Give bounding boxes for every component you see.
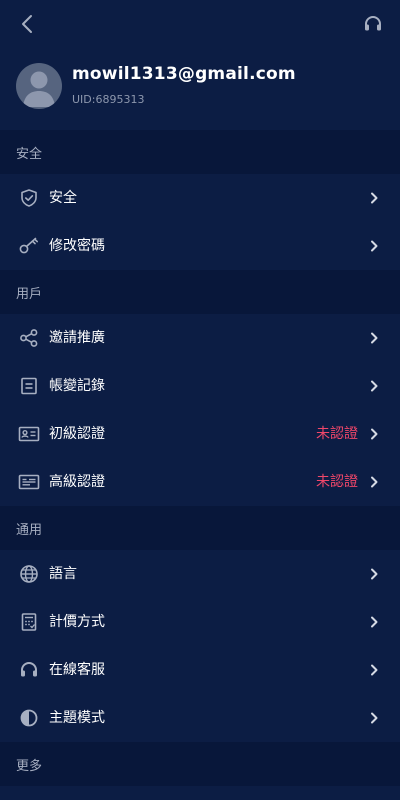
menu-item-label: 邀請推廣 [49,330,105,346]
avatar[interactable] [16,63,62,109]
user-silhouette-icon [23,71,55,107]
chevron-right-icon [368,380,380,392]
id-card-advanced-icon [18,471,40,493]
chevron-right-icon [368,476,380,488]
chevron-right-icon [368,428,380,440]
headset-icon [365,16,381,31]
menu-item-label: 修改密碼 [49,238,105,254]
headset-icon [18,659,40,681]
back-button[interactable] [14,11,40,37]
menu-item-security[interactable]: 安全 [0,174,400,222]
section-header-more: 更多 [0,742,400,786]
section-header-security: 安全 [0,130,400,174]
menu-item-basic-verification[interactable]: 初級認證 未認證 [0,410,400,458]
menu-item-label: 高級認證 [49,474,105,490]
id-card-icon [18,423,40,445]
menu-item-pricing-method[interactable]: 計價方式 [0,598,400,646]
calculator-icon [18,611,40,633]
menu-item-online-support[interactable]: 在線客服 [0,646,400,694]
verification-status: 未認證 [316,474,358,490]
menu-item-label: 在線客服 [49,662,105,678]
chevron-left-icon [22,15,32,33]
chevron-right-icon [368,712,380,724]
menu-item-ledger[interactable]: 帳變記錄 [0,362,400,410]
settings-page: mowil1313@gmail.com UID:6895313 安全 安全 修改… [0,0,400,800]
section-header-general: 通用 [0,506,400,550]
menu-item-label: 語言 [49,566,77,582]
key-icon [18,235,40,257]
menu-item-invite[interactable]: 邀請推廣 [0,314,400,362]
user-email: mowil1313@gmail.com [72,64,296,84]
shield-check-icon [18,187,40,209]
menu-item-label: 安全 [49,190,77,206]
menu-item-label: 計價方式 [49,614,105,630]
chevron-right-icon [368,568,380,580]
menu-item-advanced-verification[interactable]: 高級認證 未認證 [0,458,400,506]
menu-item-change-password[interactable]: 修改密碼 [0,222,400,270]
profile-header: mowil1313@gmail.com UID:6895313 [0,48,400,130]
section-header-user: 用戶 [0,270,400,314]
menu-item-label: 初級認證 [49,426,105,442]
share-icon [18,327,40,349]
chevron-right-icon [368,240,380,252]
chevron-right-icon [368,664,380,676]
contrast-icon [18,707,40,729]
menu-item-label: 帳變記錄 [49,378,105,394]
top-bar [0,0,400,48]
verification-status: 未認證 [316,426,358,442]
menu-item-language[interactable]: 語言 [0,550,400,598]
chevron-right-icon [368,332,380,344]
globe-icon [18,563,40,585]
user-uid: UID:6895313 [72,93,145,106]
support-button[interactable] [360,11,386,37]
chevron-right-icon [368,616,380,628]
ledger-icon [18,375,40,397]
menu-item-label: 主題模式 [49,710,105,726]
chevron-right-icon [368,192,380,204]
menu-item-theme-mode[interactable]: 主題模式 [0,694,400,742]
